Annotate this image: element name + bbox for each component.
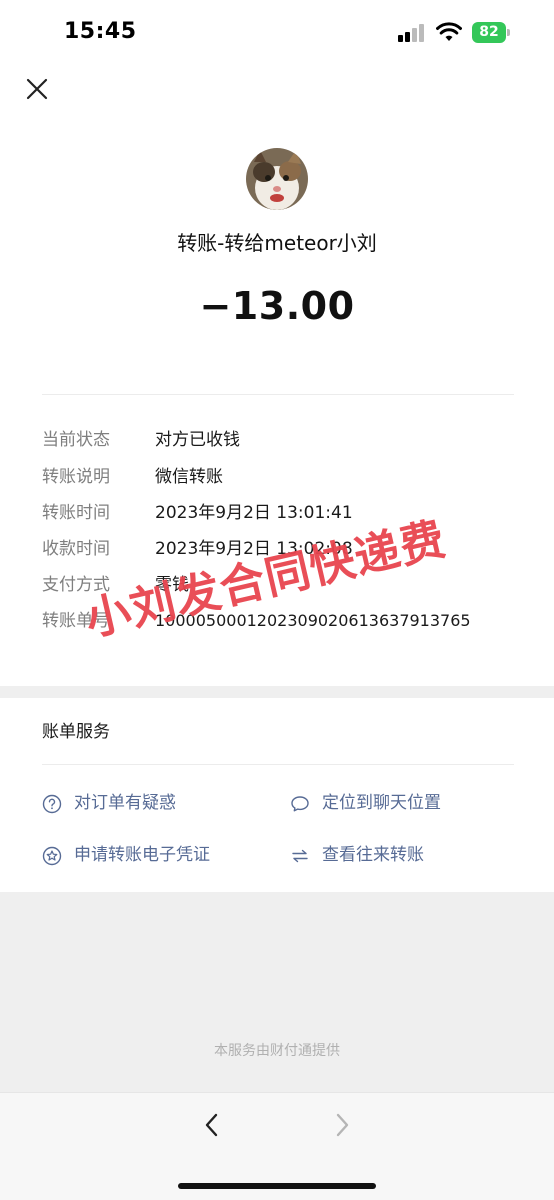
transfer-title: 转账-转给meteor小刘: [177, 231, 377, 255]
provider-note: 本服务由财付通提供: [214, 1043, 340, 1059]
status-time: 15:45: [64, 19, 137, 44]
detail-label: 转账说明: [42, 467, 110, 487]
detail-value: 2023年9月2日 13:01:41: [155, 503, 353, 523]
question-circle-icon: [42, 794, 62, 814]
wifi-icon: [436, 22, 462, 41]
swap-arrows-icon: [292, 849, 308, 863]
detail-label: 转账时间: [42, 503, 110, 523]
avatar: [246, 148, 308, 210]
bottom-navigation-bar: [0, 1092, 554, 1200]
status-bar: 15:45 82: [0, 0, 554, 66]
service-label: 定位到聊天位置: [322, 793, 441, 813]
divider: [42, 764, 514, 765]
detail-row-status: 当前状态 对方已收钱: [42, 425, 522, 455]
back-arrow-icon[interactable]: [198, 1109, 226, 1141]
page-background: [0, 892, 554, 1092]
bill-services-title: 账单服务: [42, 722, 110, 742]
battery-indicator: 82: [472, 22, 510, 43]
detail-row-transfer-time: 转账时间 2023年9月2日 13:01:41: [42, 498, 522, 528]
detail-value: 微信转账: [155, 467, 223, 487]
detail-label: 当前状态: [42, 430, 110, 450]
service-label: 查看往来转账: [322, 845, 424, 865]
transfer-amount: −13.00: [199, 284, 355, 328]
detail-label: 收款时间: [42, 539, 110, 559]
battery-level: 82: [479, 24, 499, 40]
forward-arrow-icon[interactable]: [328, 1109, 356, 1141]
close-icon[interactable]: [22, 74, 52, 104]
chat-bubble-icon: [291, 796, 309, 812]
detail-row-note: 转账说明 微信转账: [42, 462, 522, 492]
service-label: 对订单有疑惑: [74, 793, 176, 813]
detail-value: 对方已收钱: [155, 430, 240, 450]
cellular-signal-icon: [398, 24, 426, 42]
home-indicator: [178, 1183, 376, 1189]
service-label: 申请转账电子凭证: [74, 845, 210, 865]
star-badge-icon: [42, 846, 62, 866]
section-separator: [0, 686, 554, 698]
divider: [42, 394, 514, 395]
